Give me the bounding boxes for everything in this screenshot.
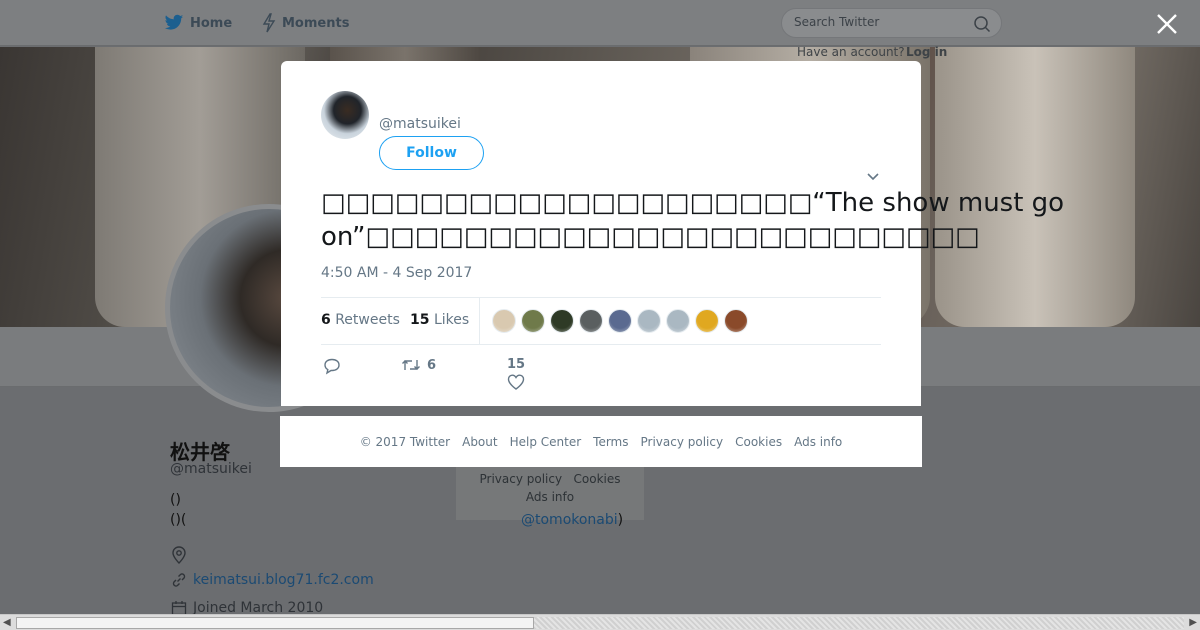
likes-stat[interactable]: 15 Likes bbox=[410, 312, 469, 328]
nav-home-label: Home bbox=[190, 15, 233, 31]
footer-cookies-link[interactable]: Cookies bbox=[735, 435, 782, 449]
footer-privacy-link[interactable]: Privacy policy bbox=[641, 435, 724, 449]
profile-bio-line-2: ()( bbox=[170, 512, 187, 528]
scrollbar-thumb[interactable] bbox=[16, 617, 534, 629]
sidebar-mention-link[interactable]: @tomokonabi bbox=[521, 512, 618, 528]
profile-bio-line-1: () bbox=[170, 492, 181, 508]
sidebar-privacy-link[interactable]: Privacy policy bbox=[479, 472, 562, 486]
retweet-button[interactable]: 6 bbox=[401, 357, 436, 373]
sidebar-cookies-link[interactable]: Cookies bbox=[574, 472, 621, 486]
scroll-left-arrow-icon[interactable]: ◀ bbox=[3, 617, 11, 628]
modal-footer-links: © 2017 Twitter About Help Center Terms P… bbox=[280, 416, 922, 467]
chevron-down-icon[interactable] bbox=[865, 171, 881, 183]
close-icon[interactable] bbox=[1155, 12, 1179, 36]
profile-url-row: keimatsui.blog71.fc2.com bbox=[171, 572, 374, 588]
profile-url-link[interactable]: keimatsui.blog71.fc2.com bbox=[193, 572, 374, 588]
link-icon bbox=[172, 573, 186, 587]
search-input[interactable] bbox=[794, 15, 964, 29]
reply-button[interactable] bbox=[323, 357, 341, 375]
have-account-text: Have an account? bbox=[797, 45, 905, 59]
stats-divider bbox=[479, 298, 480, 345]
retweet-stat[interactable]: 6 Retweets bbox=[321, 312, 400, 328]
sidebar-mention: @tomokonabi) bbox=[521, 512, 623, 528]
heart-icon bbox=[507, 374, 525, 390]
liker-avatars bbox=[492, 309, 748, 333]
like-count: 15 bbox=[410, 312, 430, 328]
tweet-actions: 6 15 bbox=[321, 357, 881, 397]
scroll-right-arrow-icon[interactable]: ▶ bbox=[1189, 617, 1197, 628]
tweet-author-avatar[interactable] bbox=[321, 91, 369, 139]
top-navigation-bar: Home Moments bbox=[0, 0, 1200, 46]
lightning-icon bbox=[262, 13, 276, 33]
retweet-label: Retweets bbox=[335, 312, 400, 328]
login-link[interactable]: Log in bbox=[906, 45, 947, 59]
search-box bbox=[781, 8, 1002, 38]
liker-avatar[interactable] bbox=[695, 309, 719, 333]
search-icon[interactable] bbox=[973, 15, 991, 33]
tweet-permalink-modal: @matsuikei Follow □□□□□□□□□□□□□□□□□□□□“T… bbox=[281, 61, 1064, 406]
liker-avatar[interactable] bbox=[666, 309, 690, 333]
like-label: Likes bbox=[433, 312, 470, 328]
liker-avatar[interactable] bbox=[637, 309, 661, 333]
sidebar-mention-suffix: ) bbox=[617, 512, 624, 528]
nav-moments-label: Moments bbox=[282, 15, 350, 31]
retweet-action-count: 6 bbox=[427, 357, 437, 373]
location-icon bbox=[172, 546, 186, 564]
sidebar-ads-link[interactable]: Ads info bbox=[526, 490, 574, 504]
liker-avatar[interactable] bbox=[550, 309, 574, 333]
footer-about-link[interactable]: About bbox=[462, 435, 497, 449]
nav-home[interactable]: Home bbox=[164, 12, 232, 34]
footer-help-link[interactable]: Help Center bbox=[510, 435, 582, 449]
scrollbar-track[interactable] bbox=[534, 617, 1184, 629]
retweet-count: 6 bbox=[321, 312, 331, 328]
footer-terms-link[interactable]: Terms bbox=[593, 435, 628, 449]
liker-avatar[interactable] bbox=[521, 309, 545, 333]
liker-avatar[interactable] bbox=[492, 309, 516, 333]
nav-moments[interactable]: Moments bbox=[262, 12, 349, 34]
reply-icon bbox=[324, 358, 340, 375]
follow-button[interactable]: Follow bbox=[379, 136, 484, 170]
horizontal-scrollbar[interactable]: ◀ ▶ bbox=[0, 614, 1200, 630]
tweet-author-handle[interactable]: @matsuikei bbox=[379, 116, 461, 132]
retweet-icon bbox=[402, 360, 420, 370]
like-action-count: 15 bbox=[507, 357, 526, 372]
liker-avatar[interactable] bbox=[608, 309, 632, 333]
footer-ads-link[interactable]: Ads info bbox=[794, 435, 842, 449]
liker-avatar[interactable] bbox=[724, 309, 748, 333]
tweet-timestamp[interactable]: 4:50 AM - 4 Sep 2017 bbox=[321, 265, 472, 281]
profile-handle[interactable]: @matsuikei bbox=[170, 461, 252, 477]
twitter-bird-icon bbox=[164, 14, 184, 30]
tweet-stats: 6 Retweets 15 Likes bbox=[321, 297, 881, 345]
like-button[interactable]: 15 bbox=[507, 357, 525, 390]
tweet-text: □□□□□□□□□□□□□□□□□□□□“The show must go on… bbox=[321, 188, 1065, 252]
footer-copyright: © 2017 Twitter bbox=[359, 434, 451, 449]
liker-avatar[interactable] bbox=[579, 309, 603, 333]
